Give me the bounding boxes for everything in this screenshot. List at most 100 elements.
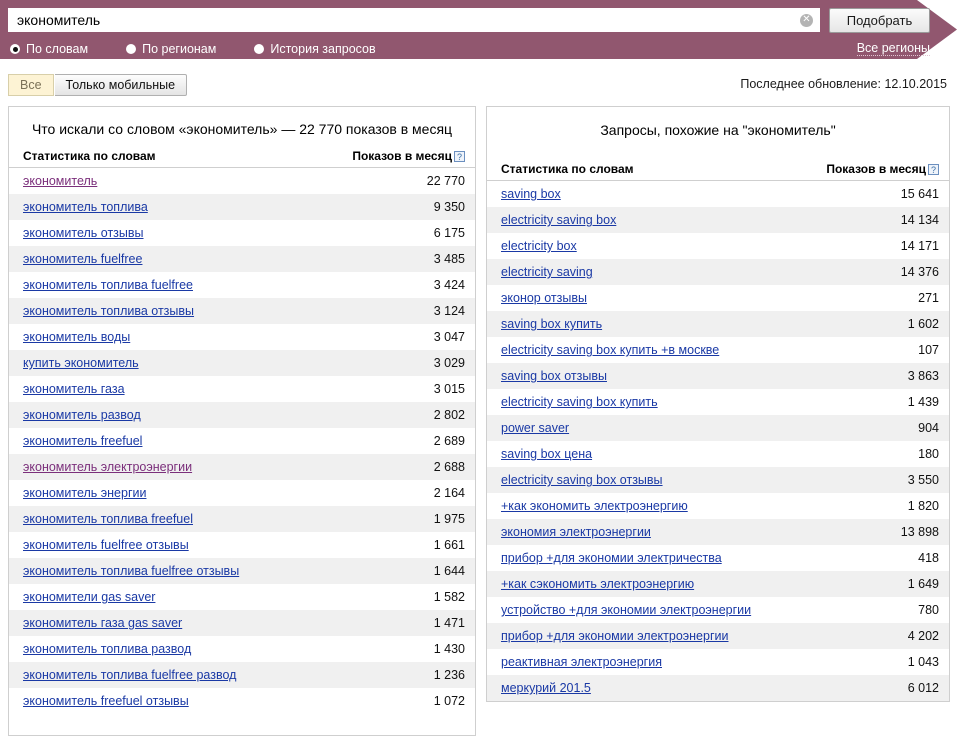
radio-icon-query-history[interactable] <box>254 44 265 54</box>
column-header-count-left: Показов в месяц <box>352 149 452 163</box>
query-phrase-link[interactable]: saving box <box>501 187 561 201</box>
query-phrase-link[interactable]: прибор +для экономии электричества <box>501 551 722 565</box>
query-phrase-link[interactable]: electricity saving box купить +в москве <box>501 343 719 357</box>
impressions-count: 2 802 <box>433 408 465 422</box>
query-phrase-link[interactable]: экономитель топлива отзывы <box>23 304 194 318</box>
mode-option-by-regions[interactable]: По регионам <box>126 42 216 56</box>
table-row: экономитель freefuel отзывы 1 072 <box>9 688 475 714</box>
mode-label-by-regions: По регионам <box>142 42 217 56</box>
radio-icon-by-regions[interactable] <box>126 44 137 54</box>
query-phrase-link[interactable]: electricity saving box купить <box>501 395 658 409</box>
query-phrase-link[interactable]: power saver <box>501 421 569 435</box>
query-phrase-link[interactable]: экономитель freefuel <box>23 434 142 448</box>
radio-icon-by-words[interactable] <box>10 44 20 54</box>
table-row: экономитель fuelfree отзывы 1 661 <box>9 532 475 558</box>
impressions-count: 2 689 <box>433 434 465 448</box>
search-field[interactable]: ✕ <box>8 8 820 32</box>
table-row: electricity saving box купить +в москве 1… <box>487 337 949 363</box>
panel-word-stats: Что искали со словом «экономитель» — 22 … <box>8 106 476 736</box>
question-mark-icon[interactable]: ? <box>454 150 465 162</box>
impressions-count: 1 043 <box>907 655 939 669</box>
all-regions-link[interactable]: Все регионы <box>856 41 930 56</box>
impressions-count: 3 015 <box>433 382 465 396</box>
table-row: экономитель топлива отзывы 3 124 <box>9 298 475 324</box>
query-phrase-link[interactable]: +как сэкономить электроэнергию <box>501 577 694 591</box>
query-phrase-link[interactable]: экономитель топлива <box>23 200 148 214</box>
query-phrase-link[interactable]: saving box цена <box>501 447 592 461</box>
query-phrase-link[interactable]: экономители gas saver <box>23 590 155 604</box>
query-phrase-link[interactable]: устройство +для экономии электроэнергии <box>501 603 751 617</box>
column-headers-right: Статистика по словам Показов в месяц ? <box>487 158 949 181</box>
query-phrase-link[interactable]: electricity box <box>501 239 577 253</box>
table-row: экономитель отзывы 6 175 <box>9 220 475 246</box>
query-phrase-link[interactable]: экономитель отзывы <box>23 226 144 240</box>
impressions-count: 1 582 <box>433 590 465 604</box>
table-row: saving box купить 1 602 <box>487 311 949 337</box>
impressions-count: 3 047 <box>433 330 465 344</box>
query-phrase-link[interactable]: меркурий 201.5 <box>501 681 591 695</box>
impressions-count: 107 <box>918 343 939 357</box>
question-mark-icon[interactable]: ? <box>928 163 939 175</box>
mode-option-query-history[interactable]: История запросов <box>254 42 376 56</box>
table-row: +как экономить электроэнергию 1 820 <box>487 493 949 519</box>
table-row: экономитель газа gas saver 1 471 <box>9 610 475 636</box>
impressions-count: 418 <box>918 551 939 565</box>
impressions-count: 2 688 <box>433 460 465 474</box>
query-phrase-link[interactable]: экономитель топлива freefuel <box>23 512 193 526</box>
table-row: electricity saving box купить 1 439 <box>487 389 949 415</box>
query-phrase-link[interactable]: electricity saving box отзывы <box>501 473 663 487</box>
query-phrase-link[interactable]: экономитель топлива fuelfree развод <box>23 668 236 682</box>
mode-option-by-words[interactable]: По словам <box>10 42 88 56</box>
page-title-left: Что искали со словом «экономитель» — 22 … <box>31 121 453 137</box>
query-phrase-link[interactable]: экономитель газа gas saver <box>23 616 182 630</box>
table-row: экономитель топлива freefuel 1 975 <box>9 506 475 532</box>
table-row: прибор +для экономии электроэнергии 4 202 <box>487 623 949 649</box>
query-phrase-link[interactable]: экономитель <box>23 174 97 188</box>
query-phrase-link[interactable]: эконор отзывы <box>501 291 587 305</box>
impressions-count: 6 175 <box>433 226 465 240</box>
query-phrase-link[interactable]: экономитель топлива развод <box>23 642 191 656</box>
query-phrase-link[interactable]: экономитель fuelfree <box>23 252 142 266</box>
query-phrase-link[interactable]: экономитель электроэнергии <box>23 460 192 474</box>
query-phrase-link[interactable]: экономитель топлива fuelfree <box>23 278 193 292</box>
impressions-count: 3 550 <box>907 473 939 487</box>
table-row: реактивная электроэнергия 1 043 <box>487 649 949 675</box>
query-phrase-link[interactable]: экономитель fuelfree отзывы <box>23 538 189 552</box>
query-phrase-link[interactable]: экономитель газа <box>23 382 125 396</box>
mode-radio-group: По словам По регионам История запросов <box>10 40 414 58</box>
query-phrase-link[interactable]: electricity saving box <box>501 213 616 227</box>
search-input[interactable] <box>9 9 787 31</box>
submit-button[interactable]: Подобрать <box>829 8 930 33</box>
impressions-count: 1 236 <box>433 668 465 682</box>
column-header-count-right: Показов в месяц <box>826 162 926 176</box>
query-phrase-link[interactable]: экономитель развод <box>23 408 141 422</box>
query-phrase-link[interactable]: экономитель воды <box>23 330 130 344</box>
query-phrase-link[interactable]: saving box купить <box>501 317 602 331</box>
tab-mobile-only[interactable]: Только мобильные <box>54 74 188 96</box>
query-phrase-link[interactable]: +как экономить электроэнергию <box>501 499 688 513</box>
impressions-count: 14 134 <box>900 213 939 227</box>
query-phrase-link[interactable]: electricity saving <box>501 265 593 279</box>
query-phrase-link[interactable]: экономия электроэнергии <box>501 525 651 539</box>
impressions-count: 1 471 <box>433 616 465 630</box>
results-panels: Что искали со словом «экономитель» — 22 … <box>0 106 957 736</box>
query-phrase-link[interactable]: saving box отзывы <box>501 369 607 383</box>
impressions-count: 180 <box>918 447 939 461</box>
impressions-count: 271 <box>918 291 939 305</box>
query-phrase-link[interactable]: экономитель freefuel отзывы <box>23 694 189 708</box>
query-phrase-link[interactable]: экономитель топлива fuelfree отзывы <box>23 564 239 578</box>
query-phrase-link[interactable]: экономитель энергии <box>23 486 146 500</box>
impressions-count: 3 863 <box>907 369 939 383</box>
table-row: прибор +для экономии электричества 418 <box>487 545 949 571</box>
query-phrase-link[interactable]: реактивная электроэнергия <box>501 655 662 669</box>
mode-label-query-history: История запросов <box>270 42 376 56</box>
table-body-left: экономитель 22 770 экономитель топлива 9 35… <box>9 168 475 714</box>
impressions-count: 1 820 <box>907 499 939 513</box>
column-header-count-left-wrap: Показов в месяц ? <box>352 149 465 163</box>
query-phrase-link[interactable]: купить экономитель <box>23 356 139 370</box>
table-row: экономитель топлива fuelfree отзывы 1 644 <box>9 558 475 584</box>
close-circle-icon[interactable]: ✕ <box>800 14 813 27</box>
tab-all[interactable]: Все <box>8 74 54 96</box>
table-row: эконор отзывы 271 <box>487 285 949 311</box>
query-phrase-link[interactable]: прибор +для экономии электроэнергии <box>501 629 729 643</box>
